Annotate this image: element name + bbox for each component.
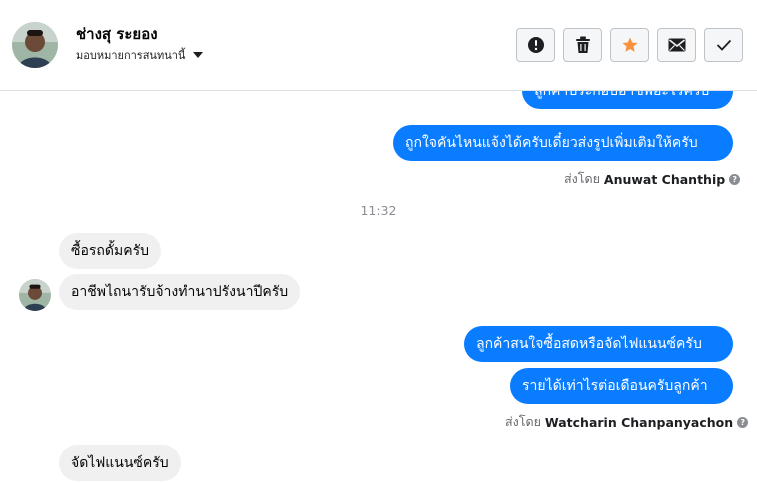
outgoing-message[interactable]: ลูกค้าสนใจซื้อสดหรือจัดไฟแนนซ์ครับ — [464, 326, 733, 362]
star-button[interactable] — [610, 28, 649, 62]
sender-name: Anuwat Chanthip — [603, 171, 726, 187]
contact-avatar[interactable] — [12, 22, 58, 68]
check-icon — [716, 39, 731, 51]
outgoing-message[interactable]: รายได้เท่าไรต่อเดือนครับลูกค้า — [510, 368, 733, 404]
sent-by-label: ส่งโดย Watcharin Chanpanyachon ? — [505, 412, 749, 432]
help-icon[interactable]: ? — [729, 173, 741, 185]
message-thread[interactable]: ลูกค้าประกอบอาชีพอะไรครับ ถูกใจคันไหนแจ้… — [0, 90, 757, 483]
sender-name: Watcharin Chanpanyachon — [544, 414, 734, 430]
incoming-message[interactable]: จัดไฟแนนซ์ครับ — [59, 445, 181, 481]
star-icon — [622, 37, 637, 52]
exclamation-circle-icon — [527, 37, 544, 53]
contact-avatar-small — [19, 279, 51, 311]
help-icon[interactable]: ? — [737, 416, 749, 428]
mark-done-button[interactable] — [704, 28, 743, 62]
report-spam-button[interactable] — [516, 28, 555, 62]
caret-down-icon — [193, 52, 204, 58]
incoming-message[interactable]: อาชีพไถนารับจ้างทำนาปรังนาปีครับ — [59, 274, 301, 310]
delete-button[interactable] — [563, 28, 602, 62]
sent-by-prefix: ส่งโดย — [505, 414, 541, 429]
conversation-header: ช่างสุ ระยอง มอบหมายการสนทนานี้ — [0, 0, 757, 91]
mark-unread-button[interactable] — [657, 28, 696, 62]
assign-label: มอบหมายการสนทนานี้ — [76, 49, 186, 62]
incoming-message[interactable]: ซื้อรถดั้มครับ — [59, 233, 161, 269]
trash-icon — [575, 36, 590, 53]
sent-by-label: ส่งโดย Anuwat Chanthip ? — [564, 169, 741, 189]
outgoing-message[interactable]: ลูกค้าประกอบอาชีพอะไรครับ — [522, 90, 733, 109]
conversation-actions — [516, 28, 743, 62]
timestamp: 11:32 — [360, 203, 397, 218]
assign-conversation-dropdown[interactable]: มอบหมายการสนทนานี้ — [76, 46, 204, 64]
outgoing-message[interactable]: ถูกใจคันไหนแจ้งได้ครับเดี๋ยวส่งรูปเพิ่มเ… — [393, 125, 733, 161]
sent-by-prefix: ส่งโดย — [564, 171, 600, 186]
envelope-icon — [668, 38, 685, 52]
contact-name: ช่างสุ ระยอง — [76, 25, 158, 43]
